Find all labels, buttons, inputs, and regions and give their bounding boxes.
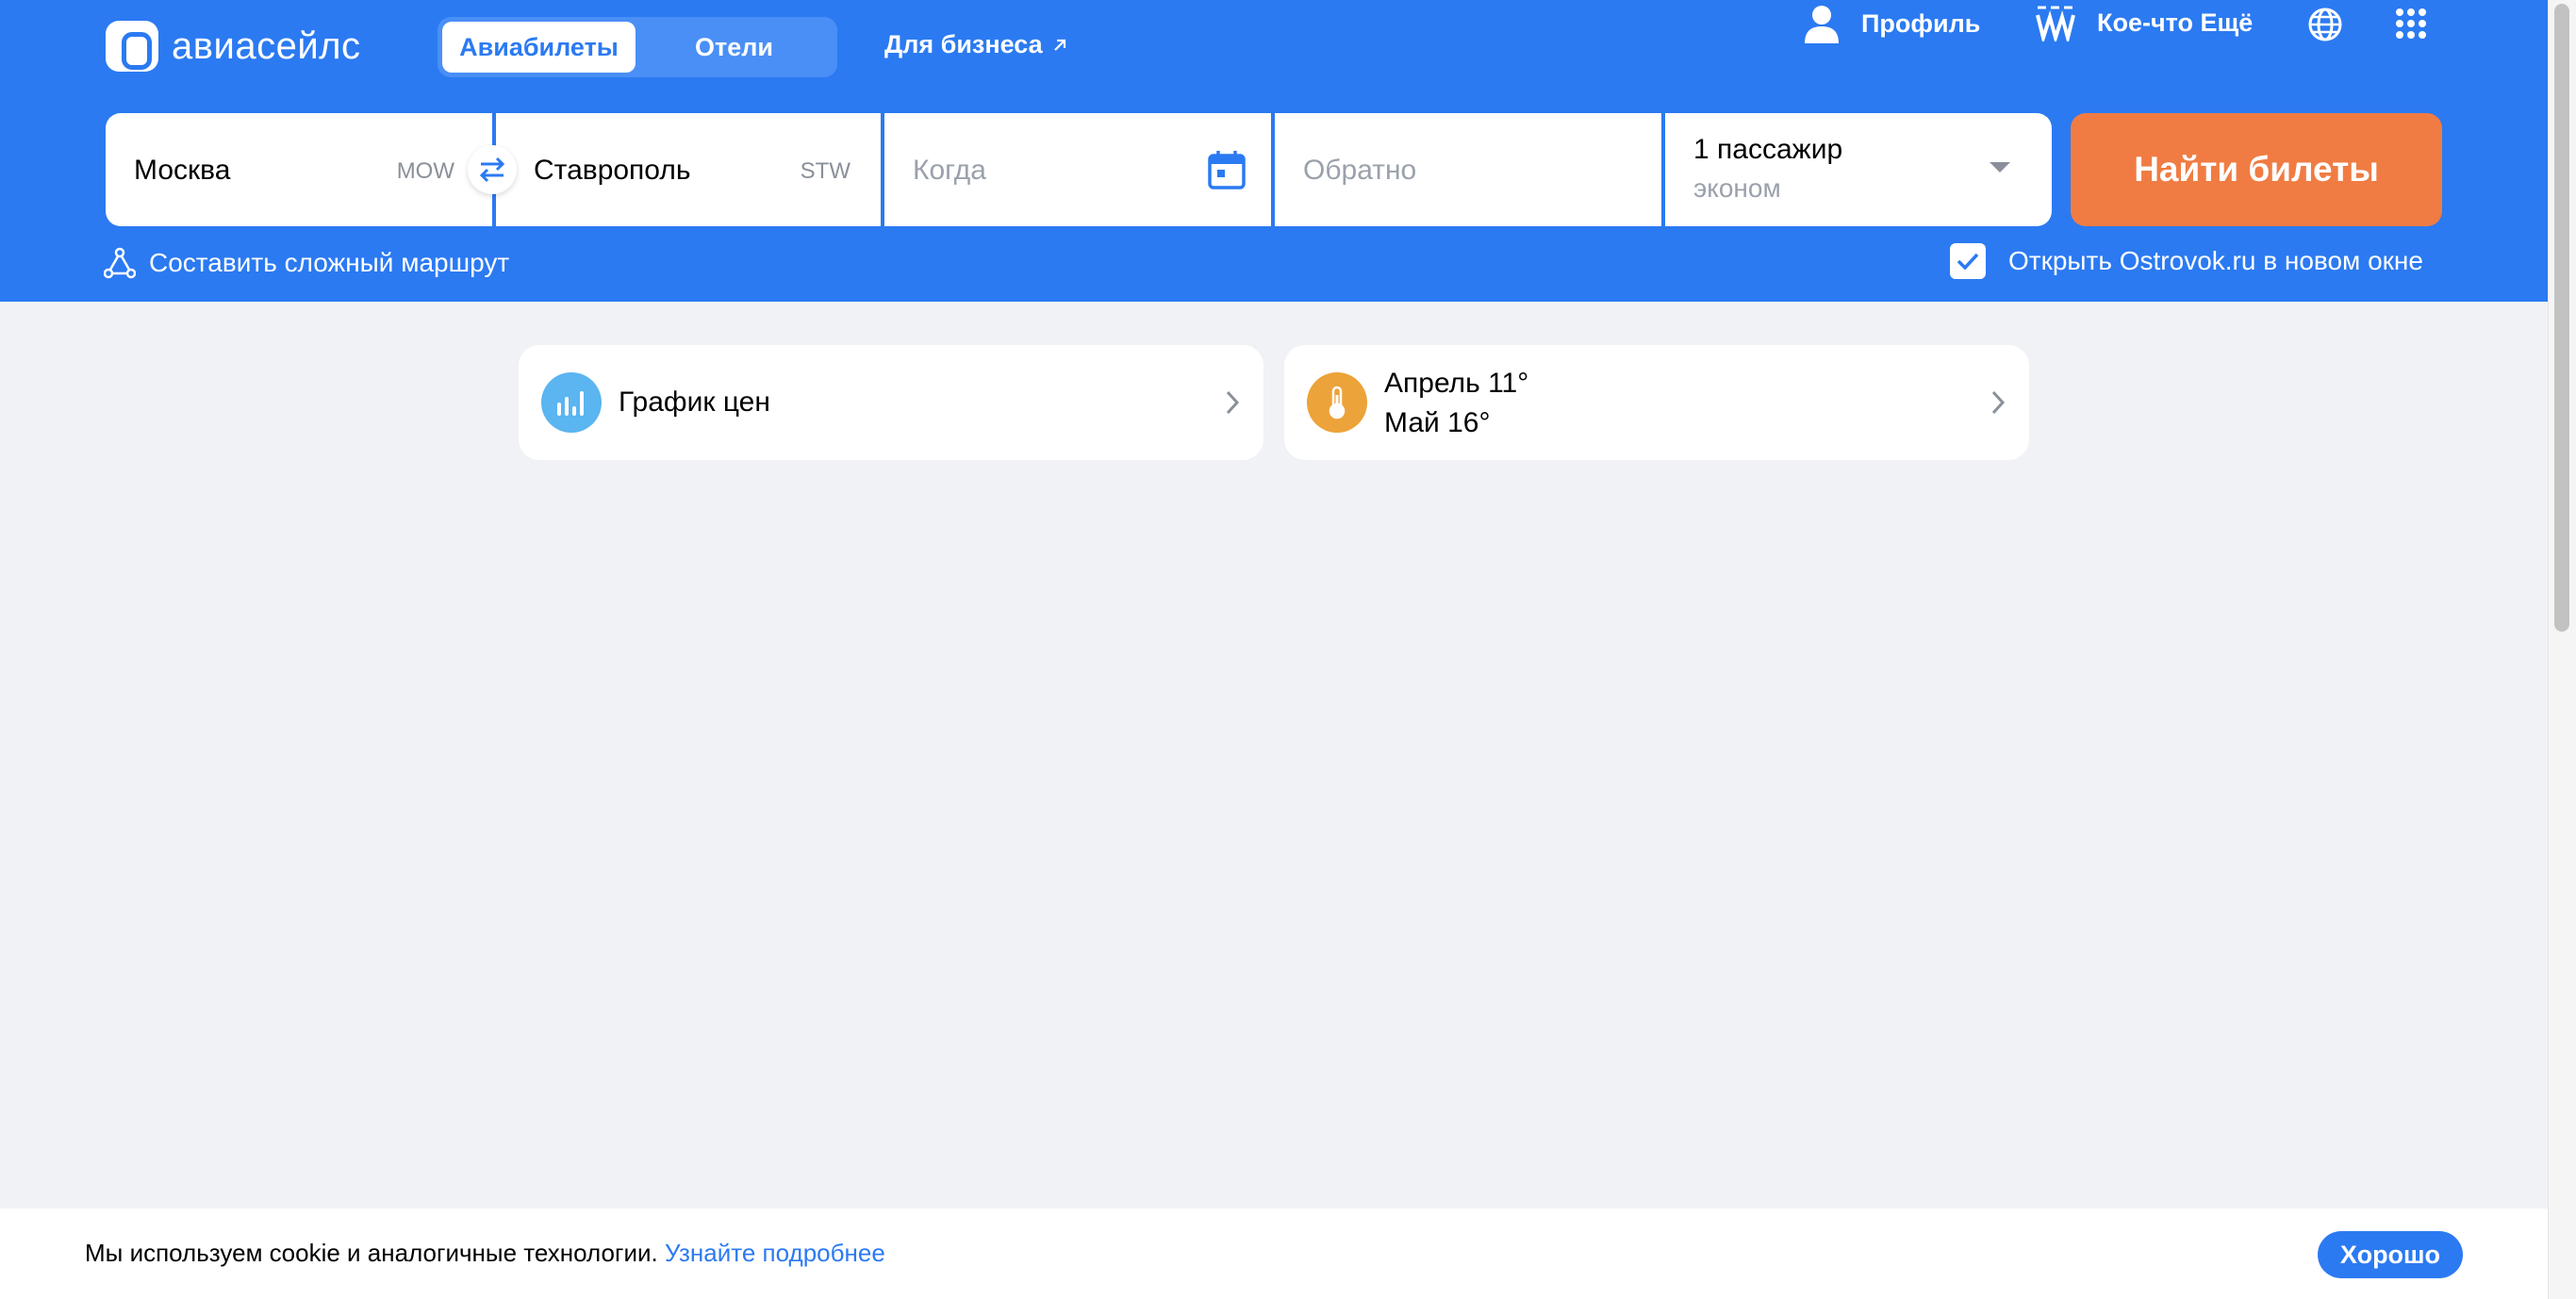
route-icon [104,247,136,279]
complex-route-label: Составить сложный маршрут [149,248,510,277]
weather-icon-badge [1307,372,1367,433]
cookie-text: Мы используем cookie и аналогичные техно… [85,1239,885,1268]
price-chart-card[interactable]: График цен [519,345,1263,460]
profile-button[interactable]: Профиль [1803,4,1980,43]
business-link[interactable]: Для бизнеса [884,30,1069,59]
logo-icon [106,21,158,72]
ostrovok-label: Открыть Ostrovok.ru в новом окне [2008,246,2423,275]
logo[interactable]: авиасейлс [106,21,361,72]
destination-field[interactable]: Ставрополь STW [496,113,881,226]
destination-city: Ставрополь [534,155,691,186]
ostrovok-checkbox[interactable] [1950,243,1986,279]
origin-code: MOW [396,158,454,184]
profile-icon [1805,6,1839,43]
header: авиасейлс Авиабилеты Отели Для бизнеса П… [0,0,2548,302]
logo-text: авиасейлс [172,25,361,67]
complex-route-link[interactable]: Составить сложный маршрут [104,247,509,279]
profile-label: Профиль [1861,8,1981,38]
cabin-class: эконом [1693,173,1781,203]
globe-icon[interactable] [2306,6,2344,43]
external-arrow-icon [1053,39,1065,51]
business-link-label: Для бизнеса [884,30,1043,58]
weather-may: Май 16° [1384,407,1491,438]
passengers-field[interactable]: 1 пассажир эконом [1665,113,2052,226]
origin-field[interactable]: Москва MOW [106,113,492,226]
chevron-down-icon [1990,162,2010,173]
scrollbar-thumb[interactable] [2554,4,2569,632]
passengers-count: 1 пассажир [1693,134,1843,165]
more-label: Кое-что Ещё [2097,8,2254,37]
swap-button[interactable] [468,145,517,194]
cookie-accept-button[interactable]: Хорошо [2318,1231,2463,1278]
tab-flights[interactable]: Авиабилеты [442,22,636,73]
checkmark-icon [1957,253,1979,271]
chevron-right-icon [1991,390,2006,415]
price-chart-icon-badge [541,372,602,433]
search-form: Москва MOW Ставрополь STW Когда Обратно … [106,113,2052,226]
return-date-field[interactable]: Обратно [1275,113,1661,226]
swap-arrows-icon [479,156,505,183]
find-tickets-button[interactable]: Найти билеты [2071,113,2442,226]
weather-card[interactable]: Апрель 11° Май 16° [1284,345,2029,460]
product-tabs: Авиабилеты Отели [438,17,837,77]
ostrovok-option[interactable]: Открыть Ostrovok.ru в новом окне [1950,243,2423,279]
depart-date-field[interactable]: Когда [884,113,1271,226]
origin-city: Москва [134,155,231,186]
chevron-right-icon [1226,390,1240,415]
cookie-learn-more-link[interactable]: Узнайте подробнее [665,1239,885,1267]
tab-hotels[interactable]: Отели [636,22,833,73]
cookie-banner: Мы используем cookie и аналогичные техно… [0,1209,2548,1299]
weather-april: Апрель 11° [1384,368,1529,399]
destination-code: STW [800,158,850,184]
price-chart-label: График цен [619,386,770,418]
bar-chart-icon [557,391,584,416]
thermometer-icon [1329,386,1346,419]
apps-grid-icon[interactable] [2395,8,2427,40]
more-icon [2036,6,2075,41]
more-button[interactable]: Кое-что Ещё [2035,4,2253,41]
calendar-icon[interactable] [1207,149,1247,190]
cookie-message: Мы используем cookie и аналогичные техно… [85,1239,665,1267]
scrollbar[interactable] [2548,0,2576,1299]
return-date-placeholder: Обратно [1303,155,1417,186]
depart-date-placeholder: Когда [913,155,986,186]
